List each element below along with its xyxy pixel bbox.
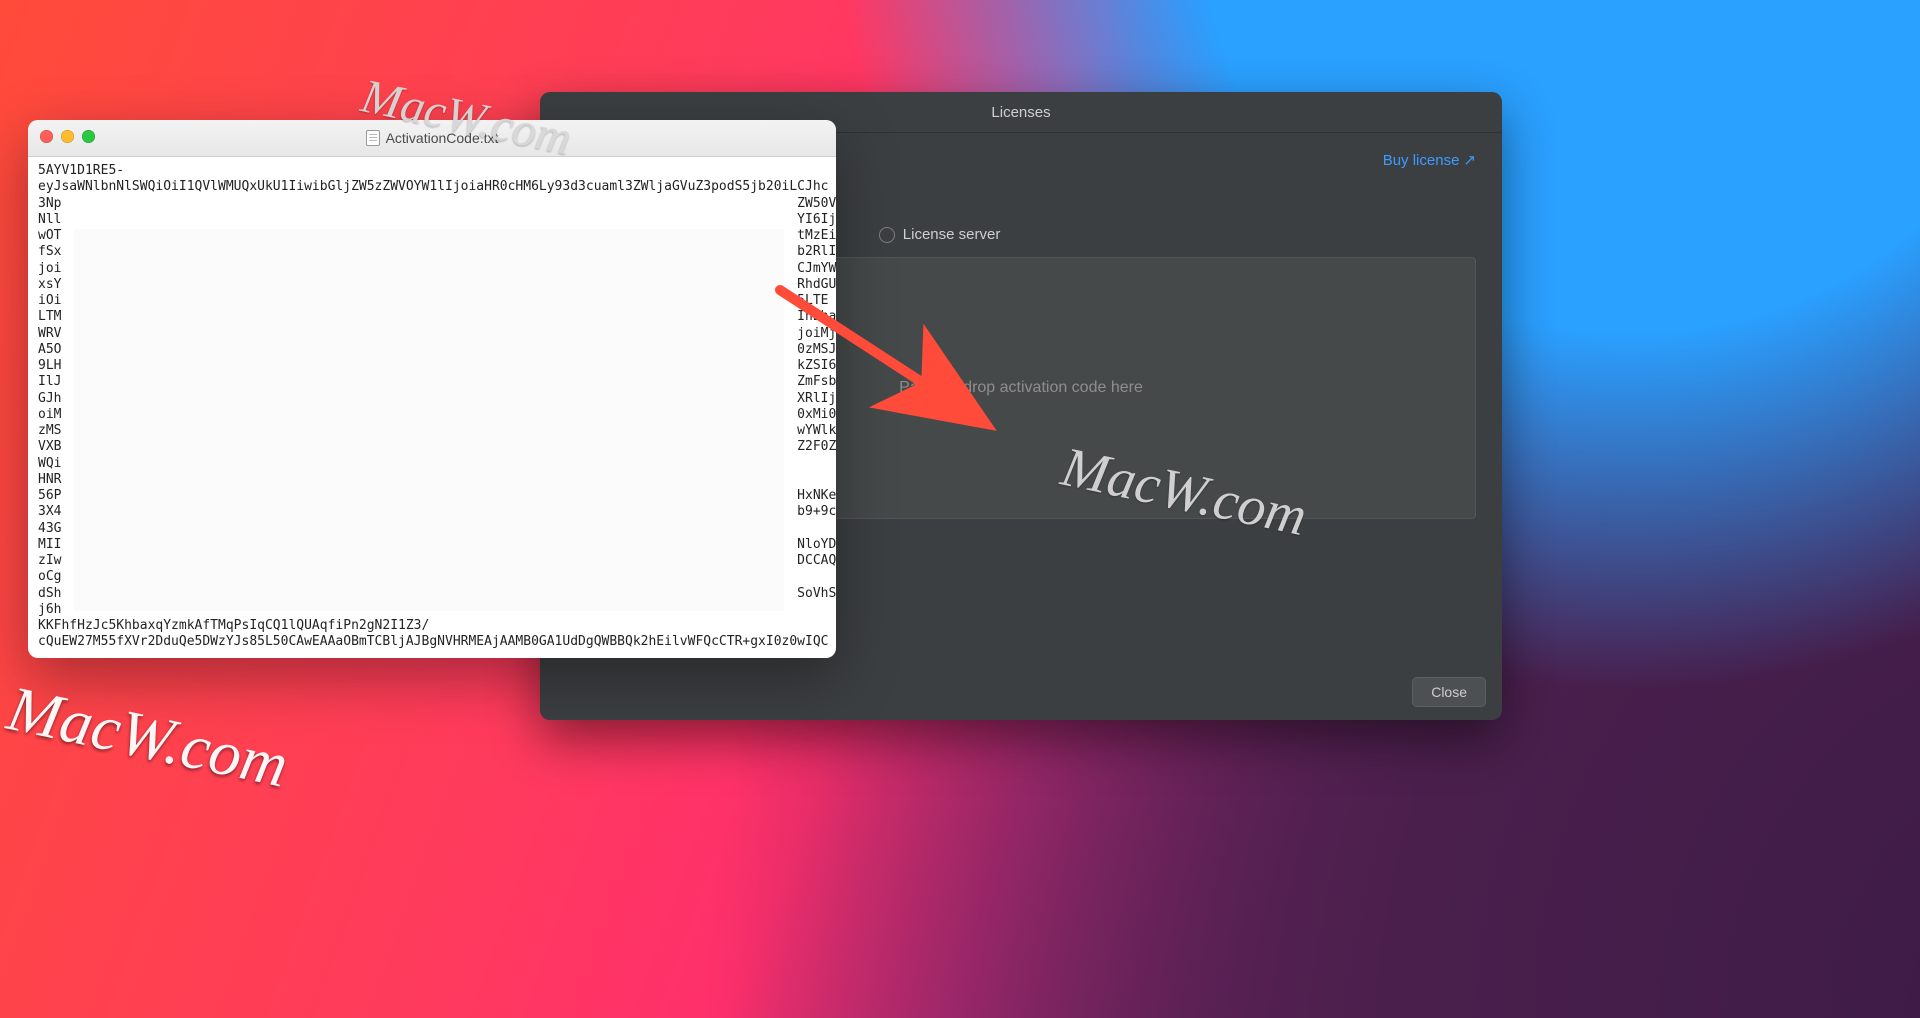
window-zoom-icon[interactable]	[82, 130, 95, 143]
window-close-icon[interactable]	[40, 130, 53, 143]
dropzone-placeholder: Paste or drop activation code here	[899, 379, 1143, 397]
textedit-titlebar[interactable]: ActivationCode.txt	[28, 120, 836, 157]
code-line: KKFhfHzJc5KhbaxqYzmkAfTMqPsIqCQ1lQUAqfiP…	[38, 618, 826, 634]
buy-license-label: Buy license	[1383, 152, 1460, 169]
radio-license-server[interactable]: License server	[879, 226, 1001, 243]
radio-dot-icon	[879, 227, 895, 243]
close-button[interactable]: Close	[1412, 677, 1486, 707]
code-line: cQuEW27M55fXVr2DduQe5DWzYJs85L50CAwEAAaO…	[38, 634, 826, 650]
textedit-filename: ActivationCode.txt	[386, 130, 499, 146]
window-minimize-icon[interactable]	[61, 130, 74, 143]
licenses-footer: Close	[1412, 677, 1486, 707]
textedit-title: ActivationCode.txt	[366, 130, 499, 146]
radio-server-label: License server	[903, 226, 1001, 243]
buy-license-link[interactable]: Buy license ↗	[1383, 151, 1476, 169]
code-line: 5AYV1D1RE5-	[38, 163, 826, 179]
code-line: Nll YI6IjI	[38, 212, 826, 228]
external-link-icon: ↗	[1463, 151, 1476, 169]
blur-overlay	[74, 229, 784, 611]
textedit-document-area[interactable]: 5AYV1D1RE5-eyJsaWNlbnNlSWQiOiI1QVlWMUQxU…	[28, 157, 836, 658]
code-line: eyJsaWNlbnNlSWQiOiI1QVlWMUQxUkU1IiwibGlj…	[38, 179, 826, 195]
document-icon	[366, 130, 380, 146]
textedit-window: ActivationCode.txt 5AYV1D1RE5-eyJsaWNlbn…	[28, 120, 836, 658]
window-controls	[40, 130, 95, 143]
code-line: 3Np ZW50VX	[38, 196, 826, 212]
licenses-title: Licenses	[991, 104, 1050, 121]
